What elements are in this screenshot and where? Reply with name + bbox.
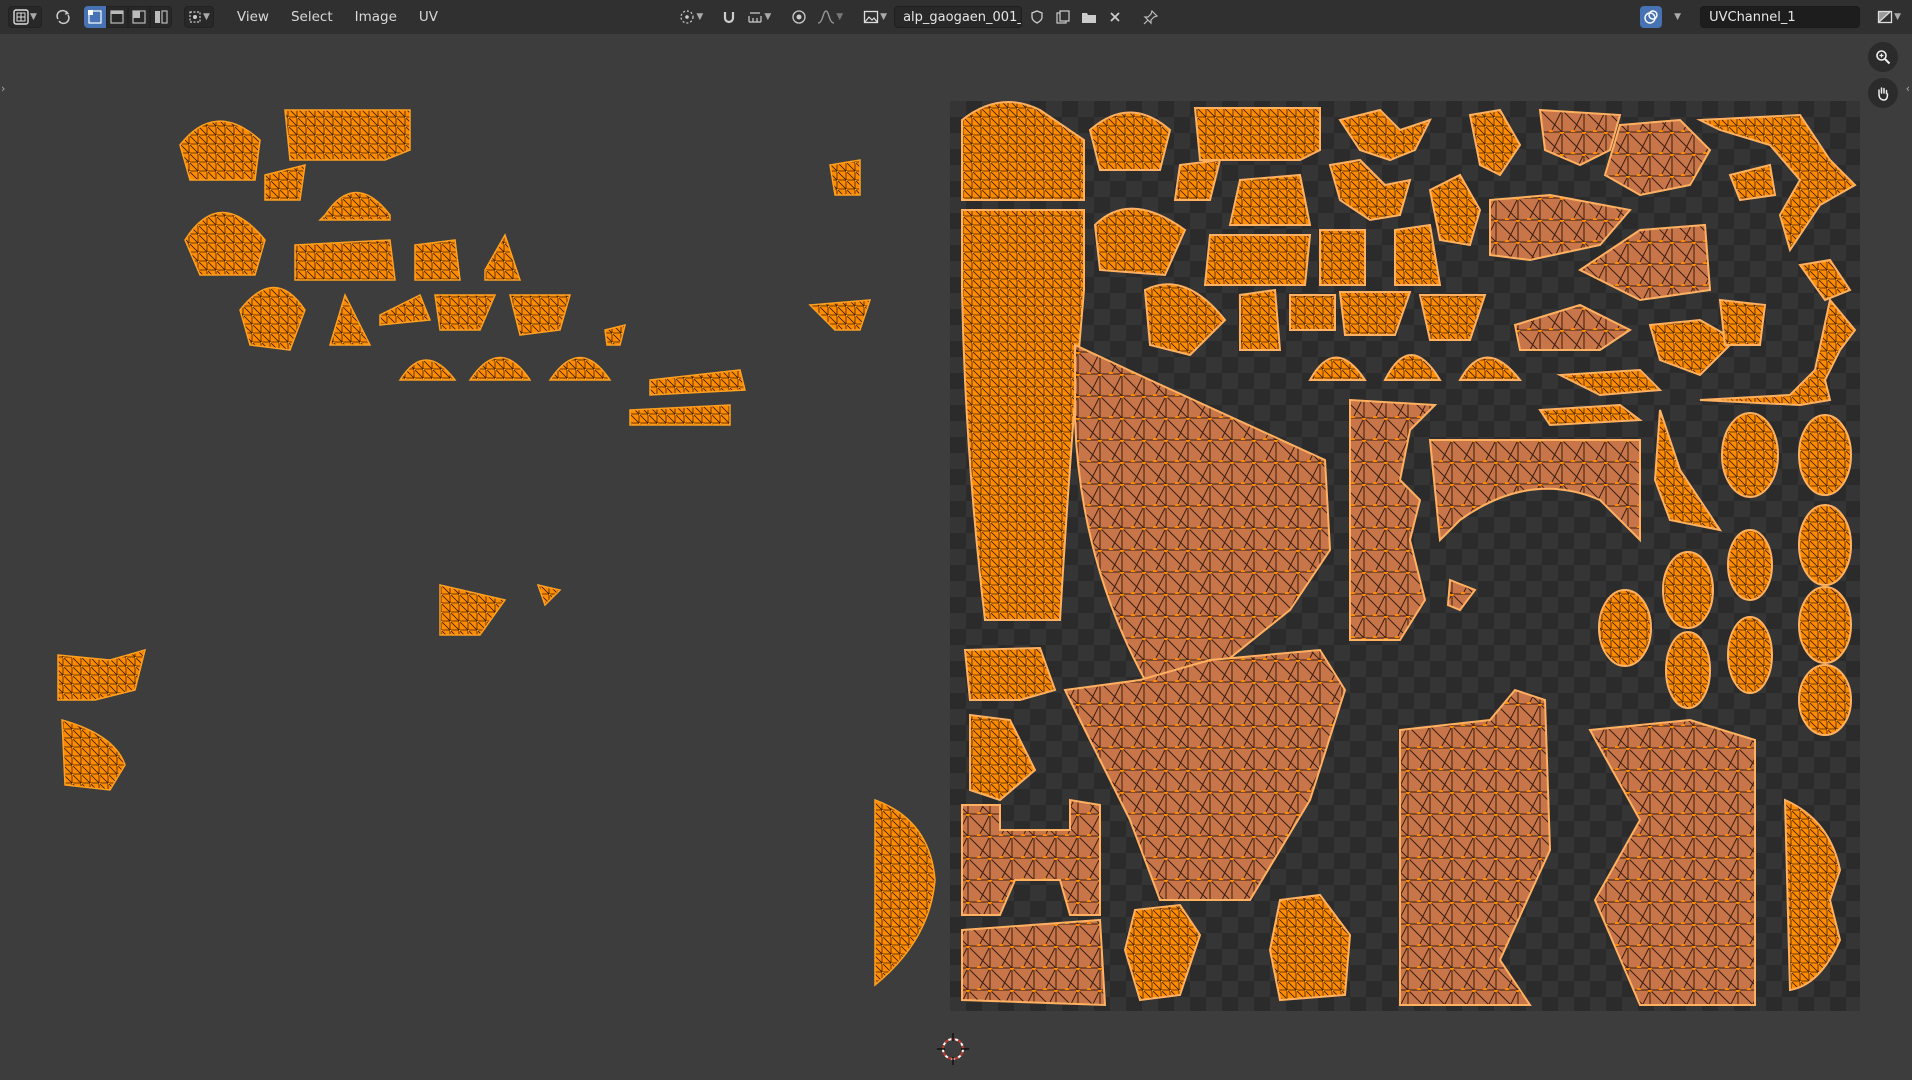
uv-editor-icon <box>13 9 29 25</box>
uv-island <box>264 164 306 201</box>
uv-island <box>963 646 1057 701</box>
snap-toggle-button[interactable] <box>718 6 740 28</box>
uv-island <box>439 584 507 636</box>
uv-island <box>829 159 861 196</box>
island-select-icon <box>155 10 168 24</box>
uv-island <box>379 293 432 326</box>
uv-island <box>1239 288 1282 351</box>
uv-island <box>961 918 1107 1007</box>
uv-island <box>874 798 936 987</box>
select-mode-group <box>84 6 172 28</box>
uv-island <box>1319 229 1366 286</box>
uv-island <box>1662 551 1714 629</box>
uv-island <box>1193 107 1321 161</box>
uv-island <box>328 292 372 346</box>
display-channels-button[interactable]: ▼ <box>1874 6 1904 28</box>
snap-icon <box>724 12 735 24</box>
uv-island <box>414 239 461 281</box>
uv-viewport[interactable]: › ‹ <box>0 34 1912 1080</box>
proportional-edit-icon <box>792 10 806 24</box>
fake-user-button[interactable] <box>1026 6 1048 28</box>
uv-island <box>61 718 126 791</box>
uv-island <box>1727 616 1773 694</box>
uv-island <box>57 648 147 701</box>
uv-island <box>649 369 746 396</box>
uv-island <box>239 286 306 351</box>
snap-increment-icon <box>748 12 762 23</box>
uv-island <box>1798 504 1852 586</box>
fake-user-icon <box>1031 10 1043 24</box>
face-select-icon <box>132 10 146 24</box>
uv-map-selector[interactable]: UVChannel_1 <box>1700 6 1861 28</box>
uv-canvas[interactable] <box>0 34 1912 1080</box>
uv-island <box>294 239 396 281</box>
display-channels-icon <box>1877 10 1893 24</box>
island-select-button[interactable] <box>150 6 172 28</box>
unlink-image-button[interactable] <box>1104 6 1126 28</box>
sticky-select-mode-button[interactable]: ▼ <box>184 6 214 28</box>
new-image-icon <box>1056 10 1070 24</box>
uv-island <box>484 233 522 281</box>
uv-island <box>179 120 261 181</box>
menu-image[interactable]: Image <box>346 5 406 29</box>
uv-island <box>1088 111 1172 171</box>
edge-select-button[interactable] <box>106 6 128 28</box>
vertex-select-icon <box>88 10 102 24</box>
uv-island <box>1798 414 1852 496</box>
uv-island <box>1798 664 1852 736</box>
uv-island <box>1228 173 1312 226</box>
uv-island <box>1289 294 1336 331</box>
uv-island <box>468 356 532 381</box>
editor-type-button[interactable]: ▼ <box>8 6 42 28</box>
uv-sync-button[interactable] <box>52 6 74 28</box>
face-select-button[interactable] <box>128 6 150 28</box>
uv-island <box>184 211 266 276</box>
uv-island <box>536 583 562 607</box>
vertex-select-button[interactable] <box>84 6 106 28</box>
edge-select-icon <box>110 10 124 24</box>
menu-select[interactable]: Select <box>282 5 342 29</box>
menu-uv[interactable]: UV <box>410 5 447 29</box>
uv-island <box>398 359 457 381</box>
uv-island <box>1203 234 1312 286</box>
snap-target-button[interactable]: ▼ <box>744 6 774 28</box>
proportional-edit-button[interactable] <box>788 6 810 28</box>
new-image-button[interactable] <box>1052 6 1074 28</box>
uv-island <box>1718 298 1767 346</box>
uv-island <box>604 323 627 346</box>
image-browse-icon <box>864 10 879 24</box>
overlay-dropdown[interactable]: ▼ <box>1666 6 1688 28</box>
open-image-icon <box>1082 13 1097 23</box>
image-name-field[interactable]: alp_gaogaen_001_c... <box>894 6 1023 28</box>
uv-sync-icon <box>56 9 70 25</box>
overlay-icon <box>1644 10 1658 24</box>
uv-editor-header: ▼ ▼ View Select Image UV ▼ ▼ ▼ ▼ alp_gao… <box>0 0 1912 34</box>
2d-cursor-icon[interactable] <box>935 1031 971 1067</box>
uv-island <box>318 191 391 221</box>
uv-island <box>434 294 497 331</box>
uv-island <box>509 294 571 336</box>
proportional-falloff-button[interactable]: ▼ <box>814 6 846 28</box>
pivot-point-icon <box>680 10 694 24</box>
overlay-toggle-button[interactable] <box>1640 6 1663 28</box>
uv-island <box>284 109 411 161</box>
pin-button[interactable] <box>1140 6 1162 28</box>
falloff-icon <box>818 10 835 24</box>
uv-island <box>629 404 731 426</box>
uv-island <box>548 356 612 381</box>
uv-islands-outside <box>57 109 936 987</box>
pivot-point-button[interactable]: ▼ <box>676 6 706 28</box>
uv-island <box>1665 631 1711 709</box>
unlink-icon <box>1110 12 1120 22</box>
uv-island <box>1721 412 1779 498</box>
uv-island <box>808 299 872 331</box>
sticky-select-icon <box>189 11 201 23</box>
open-image-button[interactable] <box>1078 6 1100 28</box>
image-browse-button[interactable]: ▼ <box>860 6 890 28</box>
uv-island <box>1727 529 1773 601</box>
menu-view[interactable]: View <box>228 5 278 29</box>
uv-island <box>1798 586 1852 664</box>
pin-icon <box>1143 9 1159 25</box>
uv-island <box>1598 589 1652 667</box>
